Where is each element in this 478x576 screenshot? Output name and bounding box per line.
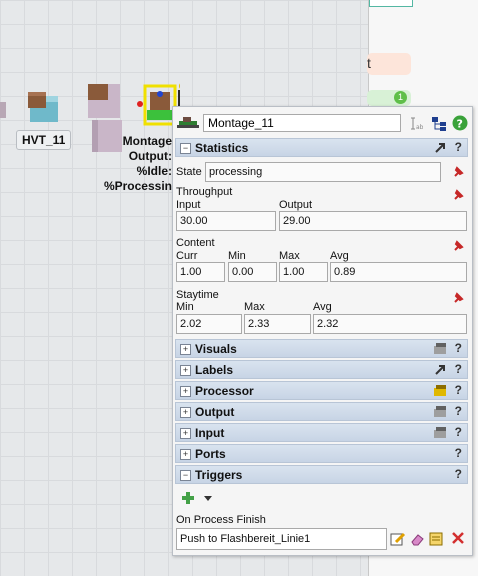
model-label-line: %Processin [103,179,172,193]
trigger-event-label: On Process Finish [176,514,266,526]
section-help-icon[interactable]: ? [455,404,462,418]
content-avg-field[interactable]: 0.89 [330,262,467,282]
section-help-icon[interactable]: ? [455,383,462,397]
section-statistics[interactable]: − Statistics ? [175,138,468,157]
trigger-event-field[interactable]: Push to Flashbereit_Linie1 [176,528,387,550]
collapse-icon[interactable]: − [180,143,191,154]
content-min-label: Min [228,250,246,262]
input-count-field[interactable]: 30.00 [176,211,276,231]
content-max-label: Max [279,250,300,262]
section-visuals[interactable]: + Visuals ? [175,339,468,358]
edit-code-icon[interactable] [390,531,406,547]
hvt-label[interactable]: HVT_11 [16,130,72,150]
section-help-icon[interactable]: ? [455,341,462,355]
staytime-max-field[interactable]: 2.33 [244,314,311,334]
expand-icon[interactable]: + [180,407,191,418]
section-title: Input [195,426,225,440]
staytime-label: Staytime [176,289,219,301]
pin-icon[interactable] [452,189,464,201]
section-title: Visuals [195,342,237,356]
staytime-min-label: Min [176,301,194,313]
template-settings-icon[interactable] [434,384,448,397]
tree-view-icon[interactable] [431,116,447,132]
expand-icon[interactable]: + [180,344,191,355]
staytime-max-label: Max [244,301,265,313]
template-settings-icon[interactable] [434,426,448,439]
section-help-icon[interactable]: ? [455,446,462,460]
properties-header: ab ? [173,107,472,137]
section-help-icon[interactable]: ? [455,425,462,439]
chevron-down-icon [204,496,212,501]
content-curr-field[interactable]: 1.00 [176,262,225,282]
template-settings-icon[interactable] [434,405,448,418]
content-min-field[interactable]: 0.00 [228,262,277,282]
section-output[interactable]: + Output ? [175,402,468,421]
svg-text:?: ? [457,118,463,131]
content-max-field[interactable]: 1.00 [279,262,328,282]
content-label: Content [176,237,215,249]
model-info-label[interactable]: Montage Output: %Idle: %Processin [100,134,172,194]
section-title: Labels [195,363,234,377]
count-badge: 1 [394,91,407,104]
expand-icon[interactable]: + [180,449,191,460]
pin-icon[interactable] [452,240,464,252]
processor-type-icon [177,117,199,128]
partial-object[interactable] [0,102,6,118]
section-title: Statistics [195,141,249,155]
template-settings-icon[interactable] [434,342,448,355]
state-label: State [176,166,202,178]
properties-panel: ab ? − Statistics ? State processing Thr… [172,106,473,556]
content-avg-label: Avg [330,250,349,262]
section-help-icon[interactable]: ? [455,467,462,481]
expand-icon[interactable]: + [180,428,191,439]
section-processor[interactable]: + Processor ? [175,381,468,400]
output-count-field[interactable]: 29.00 [279,211,467,231]
throughput-label: Throughput [176,186,233,198]
help-icon[interactable]: ? [452,115,468,131]
section-triggers[interactable]: − Triggers ? [175,465,468,484]
adjacent-teal-box [369,0,413,7]
adjacent-green-item[interactable]: 1 [367,90,411,106]
eraser-icon[interactable] [409,531,425,547]
hvt-queue-object[interactable] [28,92,58,122]
text-cursor-icon[interactable]: ab [409,117,423,131]
expand-icon[interactable]: + [180,386,191,397]
adjacent-peach-item[interactable]: t [367,53,411,75]
pin-icon[interactable] [452,292,464,304]
section-help-icon[interactable]: ? [455,140,462,154]
staytime-min-field[interactable]: 2.02 [176,314,242,334]
add-trigger-button[interactable] [181,491,215,505]
output-count-label: Output [279,199,313,211]
section-title: Output [195,405,235,419]
section-input[interactable]: + Input ? [175,423,468,442]
model-label-line: Montage [122,134,172,148]
collapse-icon[interactable]: − [180,470,191,481]
section-title: Processor [195,384,254,398]
expand-icon[interactable]: + [180,365,191,376]
pop-out-arrow-icon[interactable] [434,363,447,376]
adjacent-peach-text: t [367,55,371,71]
model-label-line: Output: [128,149,172,163]
delete-icon[interactable] [451,531,465,545]
svg-text:ab: ab [416,124,423,131]
staytime-avg-field[interactable]: 2.32 [313,314,467,334]
state-field[interactable]: processing [205,162,441,182]
section-ports[interactable]: + Ports ? [175,444,468,463]
content-curr-label: Curr [176,250,198,262]
pin-icon[interactable] [452,166,464,178]
object-name-input[interactable] [203,114,401,132]
model-label-line: %Idle: [136,164,172,178]
pop-out-arrow-icon[interactable] [434,141,447,154]
section-title: Ports [195,447,226,461]
section-labels[interactable]: + Labels ? [175,360,468,379]
section-help-icon[interactable]: ? [455,362,462,376]
staytime-avg-label: Avg [313,301,332,313]
properties-icon[interactable] [429,531,445,547]
input-count-label: Input [176,199,201,211]
section-title: Triggers [195,468,243,482]
